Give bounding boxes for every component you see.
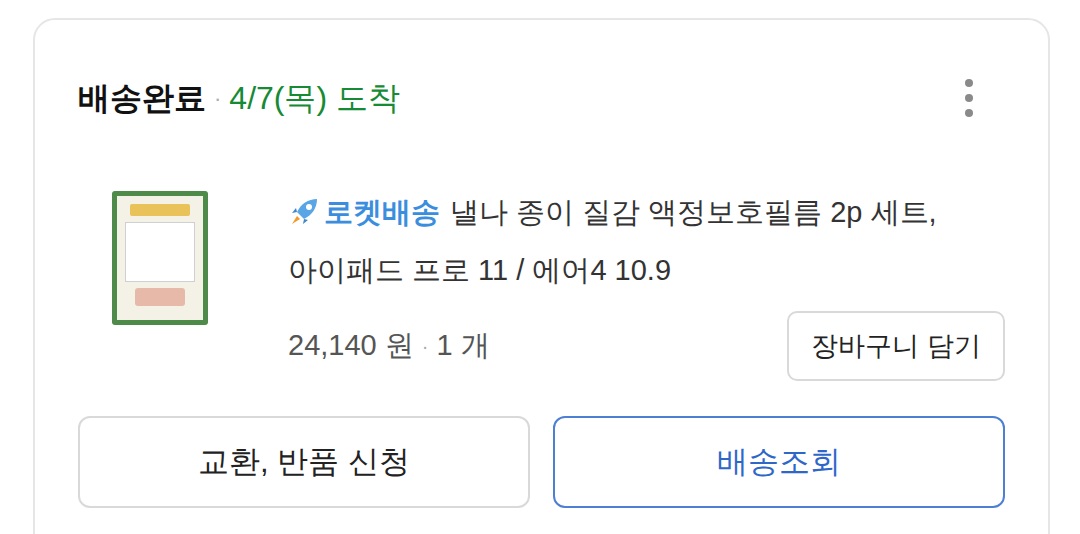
rocket-icon bbox=[288, 196, 320, 228]
product-image[interactable] bbox=[112, 191, 208, 325]
add-to-cart-button[interactable]: 장바구니 담기 bbox=[787, 311, 1005, 381]
exchange-return-button[interactable]: 교환, 반품 신청 bbox=[78, 416, 530, 508]
price-separator: · bbox=[422, 331, 429, 361]
price-row: 24,140 원 · 1 개 장바구니 담기 bbox=[288, 311, 1005, 381]
title-line[interactable]: 낼나 종이 질감 액정보호필름 2p 세트, bbox=[450, 183, 937, 241]
product-title[interactable]: 로켓배송 낼나 종이 질감 액정보호필름 2p 세트, 아이패드 프로 11 /… bbox=[288, 183, 1005, 299]
rocket-badge: 로켓배송 bbox=[324, 183, 440, 241]
status-label: 배송완료 bbox=[78, 74, 206, 122]
track-delivery-button[interactable]: 배송조회 bbox=[553, 416, 1005, 508]
quantity: 1 개 bbox=[436, 324, 489, 368]
action-row: 교환, 반품 신청 배송조회 bbox=[78, 416, 1005, 508]
order-card: 배송완료 · 4/7(목) 도착 bbox=[33, 18, 1050, 534]
arrival-date: 4/7(목) 도착 bbox=[229, 74, 400, 122]
more-icon[interactable] bbox=[957, 79, 981, 117]
status-separator: · bbox=[214, 82, 221, 115]
card-header: 배송완료 · 4/7(목) 도착 bbox=[78, 76, 1005, 120]
title-line[interactable]: 아이패드 프로 11 / 에어4 10.9 bbox=[288, 241, 1005, 299]
price: 24,140 원 bbox=[288, 324, 414, 368]
product-row: 로켓배송 낼나 종이 질감 액정보호필름 2p 세트, 아이패드 프로 11 /… bbox=[78, 183, 1005, 381]
